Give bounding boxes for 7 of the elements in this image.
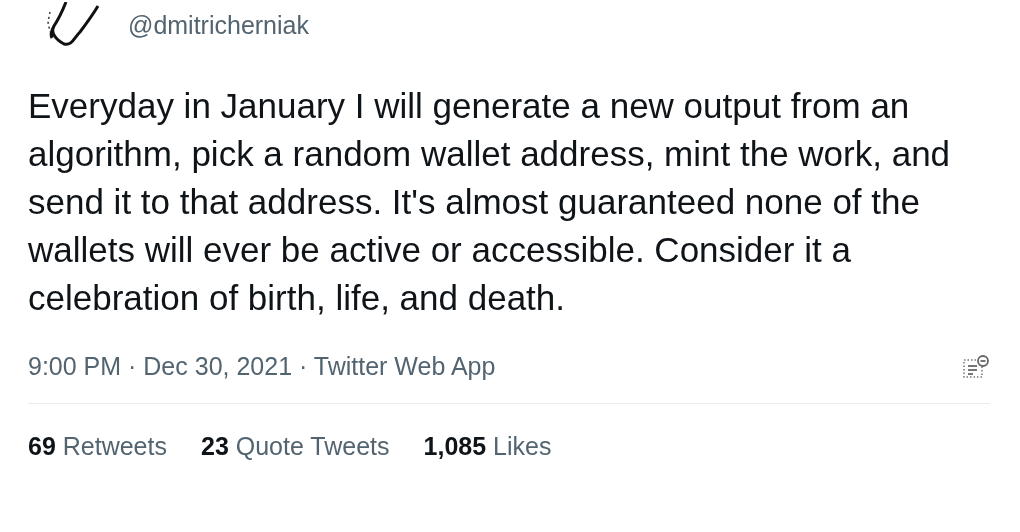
user-handle[interactable]: @dmitricherniak [128,10,309,40]
engagement-stat[interactable]: 23 Quote Tweets [201,432,390,461]
engagement-stat[interactable]: 69 Retweets [28,432,167,461]
engagement-stat[interactable]: 1,085 Likes [423,432,552,461]
tweet-timestamp[interactable]: 9:00 PM · Dec 30, 2021 · Twitter Web App [28,352,496,381]
tweet-analytics-icon[interactable] [962,353,990,380]
tweet-text: Everyday in January I will generate a new output from an algorithm, pick a random wallet address, mint the work, and send it to that address. It's almost guaranteed none of the wallets will ever be active or accessible. Consider it a celebration of birth, life, and death. [28,85,952,319]
